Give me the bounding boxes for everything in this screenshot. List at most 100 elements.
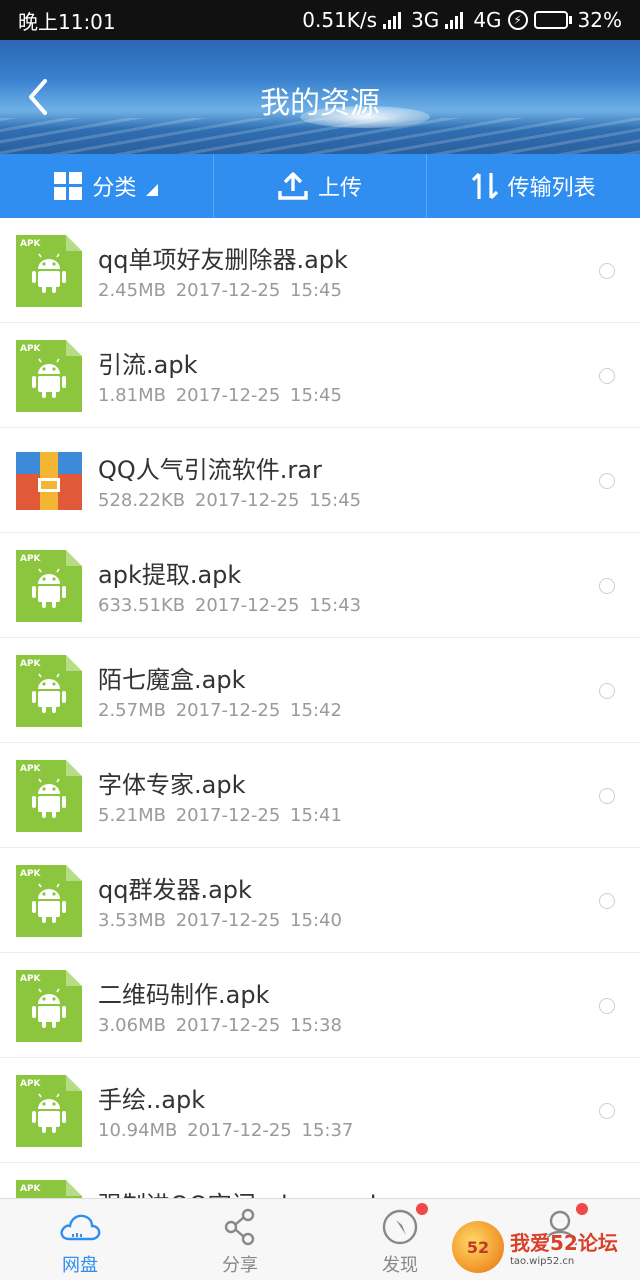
nav-label: 网盘 xyxy=(62,1255,98,1276)
compass-icon xyxy=(382,1209,418,1245)
apk-file-icon: APK xyxy=(16,655,82,727)
file-name: 手绘..apk xyxy=(98,1086,206,1114)
status-time: 晚上11:01 xyxy=(18,9,116,34)
file-date: 2017-12-25 xyxy=(175,910,281,931)
file-time: 15:45 xyxy=(290,280,342,301)
transfer-arrows-icon xyxy=(471,172,498,200)
select-radio[interactable] xyxy=(599,893,615,909)
select-radio[interactable] xyxy=(599,788,615,804)
android-icon xyxy=(32,1093,66,1133)
file-date: 2017-12-25 xyxy=(175,700,281,721)
file-name: 引流.apk xyxy=(98,351,198,379)
android-icon xyxy=(32,568,66,608)
upload-button[interactable]: 上传 xyxy=(214,154,428,218)
notification-badge xyxy=(576,1203,588,1215)
signal-icon xyxy=(383,11,402,29)
dropdown-triangle-icon xyxy=(146,184,159,196)
list-item[interactable]: APK 引流.apk 1.81MB 2017-12-25 15:45 xyxy=(0,323,640,428)
network-type-3g: 3G xyxy=(411,8,440,32)
upload-label: 上传 xyxy=(318,176,363,201)
apk-file-icon: APK xyxy=(16,1075,82,1147)
file-time: 15:37 xyxy=(301,1120,354,1141)
transfer-list-button[interactable]: 传输列表 xyxy=(427,154,640,218)
select-radio[interactable] xyxy=(599,998,615,1014)
file-name: qq群发器.apk xyxy=(98,876,252,904)
file-name: 强制进QQ空间_clone.apk xyxy=(98,1185,384,1198)
nav-cloud-drive[interactable]: 网盘 xyxy=(0,1199,160,1280)
list-item[interactable]: QQ人气引流软件.rar 528.22KB 2017-12-25 15:45 xyxy=(0,428,640,533)
list-item[interactable]: APK 手绘..apk 10.94MB 2017-12-25 15:37 xyxy=(0,1058,640,1163)
file-name: QQ人气引流软件.rar xyxy=(98,456,322,484)
select-radio[interactable] xyxy=(599,473,615,489)
charging-bolt-icon: ⚡ xyxy=(507,10,528,30)
file-time: 15:43 xyxy=(309,595,362,616)
apk-file-icon: APK xyxy=(16,760,82,832)
list-item[interactable]: APK apk提取.apk 633.51KB 2017-12-25 15:43 xyxy=(0,533,640,638)
file-name: 字体专家.apk xyxy=(98,771,246,799)
file-name: apk提取.apk xyxy=(98,561,242,589)
file-date: 2017-12-25 xyxy=(194,595,300,616)
select-radio[interactable] xyxy=(599,1103,615,1119)
file-size: 3.06MB xyxy=(98,1015,166,1036)
file-time: 15:41 xyxy=(290,805,342,826)
page-title: 我的资源 xyxy=(260,86,380,121)
toolbar: 分类 上传 传输列表 xyxy=(0,154,640,218)
file-meta: 2.45MB 2017-12-25 15:45 xyxy=(98,280,342,301)
upload-icon xyxy=(278,172,308,200)
network-type-4g: 4G xyxy=(473,8,502,32)
file-size: 633.51KB xyxy=(98,595,186,616)
list-item[interactable]: APK 陌七魔盒.apk 2.57MB 2017-12-25 15:42 xyxy=(0,638,640,743)
watermark-logo: 52 我爱52论坛 tao.wip52.cn xyxy=(452,1218,636,1276)
file-list: APK qq单项好友删除器.apk 2.45MB 2017-12-25 15:4… xyxy=(0,218,640,1198)
android-icon xyxy=(16,1180,82,1198)
file-name: qq单项好友删除器.apk xyxy=(98,246,348,274)
file-time: 15:45 xyxy=(309,490,362,511)
select-radio[interactable] xyxy=(599,368,615,384)
apk-file-icon: APK xyxy=(16,550,82,622)
file-date: 2017-12-25 xyxy=(194,490,300,511)
archive-file-icon xyxy=(16,452,82,510)
file-date: 2017-12-25 xyxy=(175,280,281,301)
list-item[interactable]: APK qq群发器.apk 3.53MB 2017-12-25 15:40 xyxy=(0,848,640,953)
list-item[interactable]: APK qq单项好友删除器.apk 2.45MB 2017-12-25 15:4… xyxy=(0,218,640,323)
notification-badge xyxy=(416,1203,428,1215)
nav-share[interactable]: 分享 xyxy=(160,1199,320,1280)
file-date: 2017-12-25 xyxy=(175,805,281,826)
apk-file-icon: APK xyxy=(16,340,82,412)
file-time: 15:40 xyxy=(290,910,342,931)
nav-label: 分享 xyxy=(222,1255,258,1276)
file-time: 15:38 xyxy=(290,1015,342,1036)
file-size: 10.94MB xyxy=(98,1120,178,1141)
select-radio[interactable] xyxy=(599,578,615,594)
android-icon xyxy=(32,778,66,818)
nav-label: 发现 xyxy=(382,1255,418,1276)
select-radio[interactable] xyxy=(599,683,615,699)
file-date: 2017-12-25 xyxy=(175,1015,281,1036)
file-meta: 633.51KB 2017-12-25 15:43 xyxy=(98,595,361,616)
android-icon xyxy=(32,358,66,398)
status-bar: 晚上11:01 0.51K/s 3G 4G ⚡ 32% xyxy=(0,0,640,40)
file-size: 1.81MB xyxy=(98,385,166,406)
file-size: 3.53MB xyxy=(98,910,166,931)
apk-file-icon: APK xyxy=(16,970,82,1042)
file-time: 15:45 xyxy=(290,385,342,406)
file-meta: 2.57MB 2017-12-25 15:42 xyxy=(98,700,342,721)
select-radio[interactable] xyxy=(599,263,615,279)
file-size: 2.45MB xyxy=(98,280,166,301)
file-date: 2017-12-25 xyxy=(187,1120,292,1141)
file-time: 15:42 xyxy=(290,700,342,721)
cloud-icon xyxy=(60,1214,101,1241)
category-button[interactable]: 分类 xyxy=(0,154,214,218)
list-item[interactable]: APK 字体专家.apk 5.21MB 2017-12-25 15:41 xyxy=(0,743,640,848)
android-icon xyxy=(32,253,66,293)
file-name: 二维码制作.apk xyxy=(98,981,270,1009)
grid-icon xyxy=(54,172,83,200)
file-meta: 5.21MB 2017-12-25 15:41 xyxy=(98,805,342,826)
android-icon xyxy=(32,988,66,1028)
file-meta: 1.81MB 2017-12-25 15:45 xyxy=(98,385,342,406)
battery-percent: 32% xyxy=(577,8,622,32)
list-item[interactable]: APK 二维码制作.apk 3.06MB 2017-12-25 15:38 xyxy=(0,953,640,1058)
file-date: 2017-12-25 xyxy=(175,385,281,406)
list-item[interactable]: APK 强制进QQ空间_clone.apk xyxy=(0,1163,640,1198)
file-size: 528.22KB xyxy=(98,490,186,511)
